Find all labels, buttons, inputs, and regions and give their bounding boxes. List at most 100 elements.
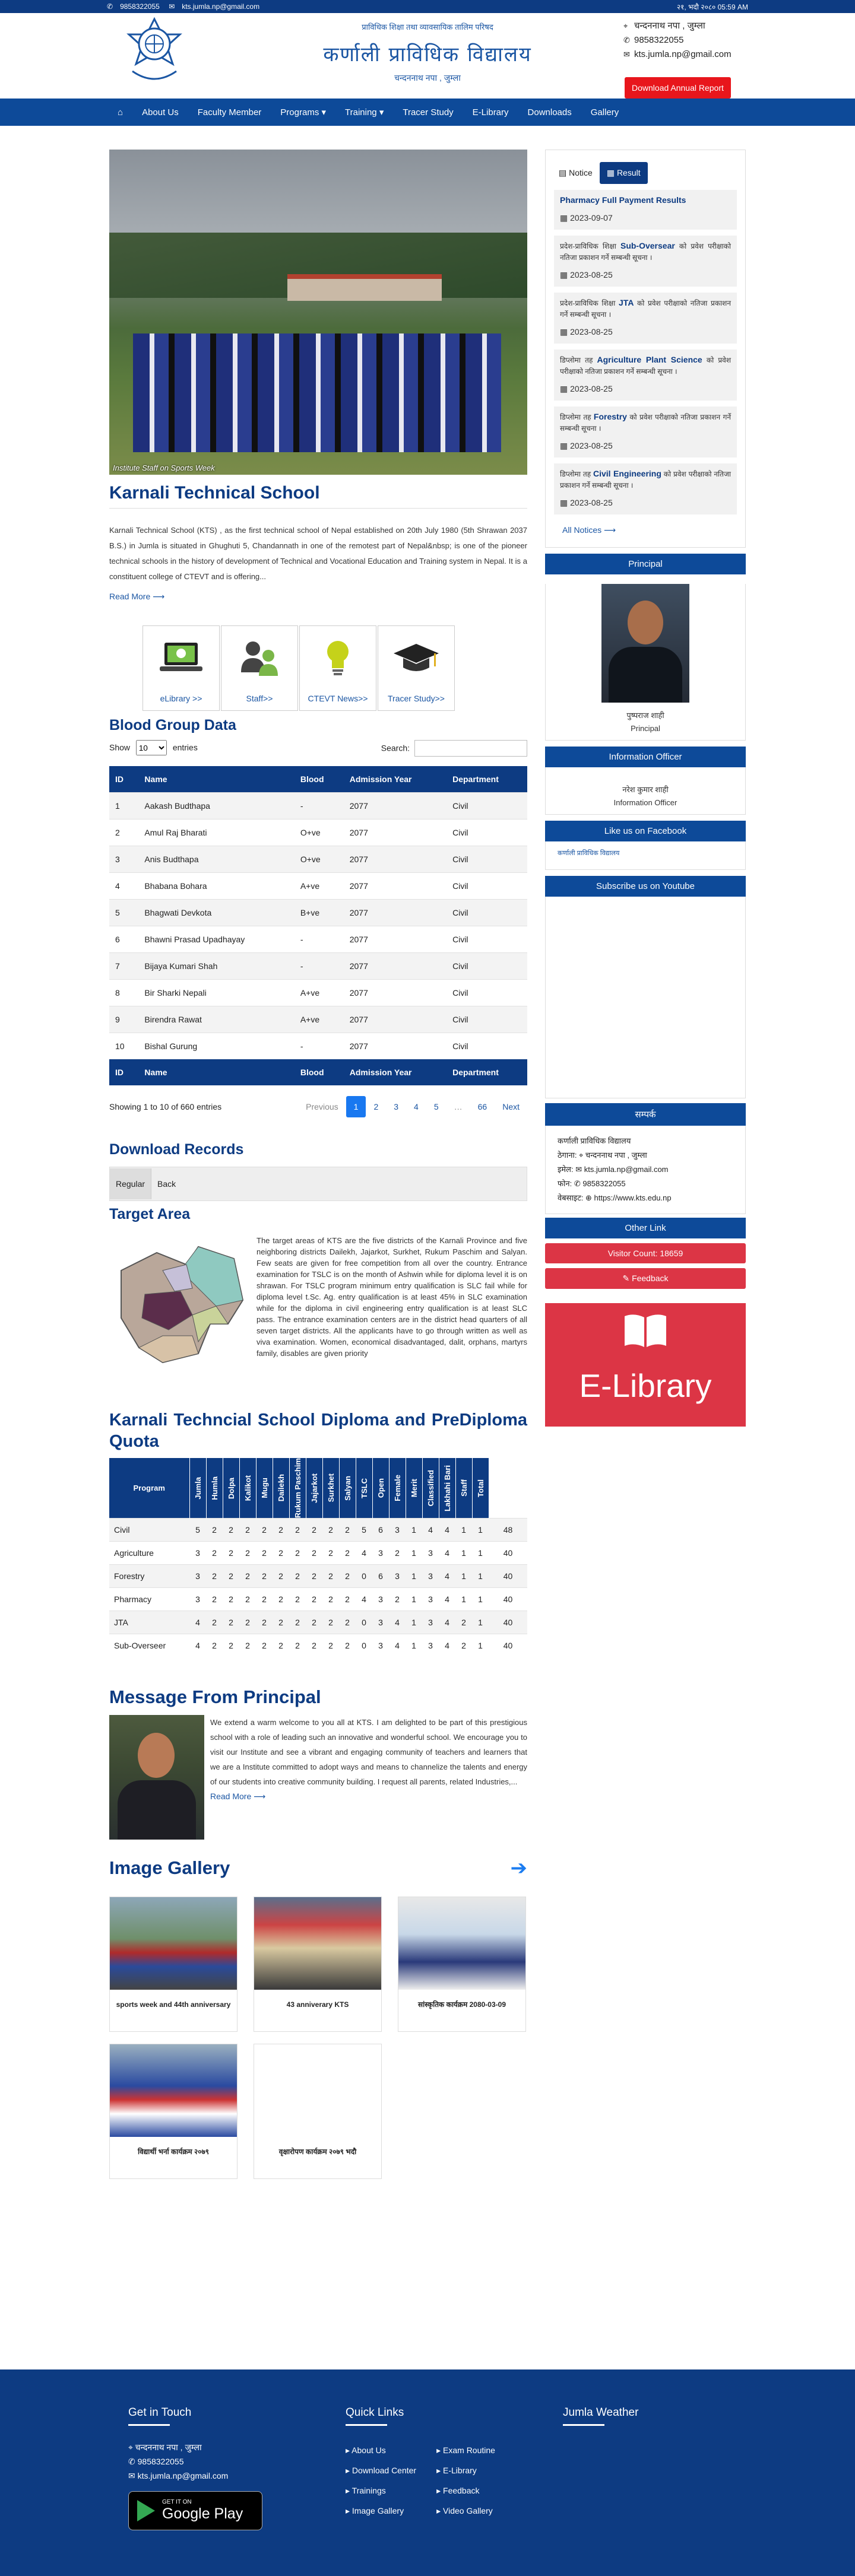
footer-link[interactable]: ▸ Exam Routine <box>436 2440 495 2460</box>
nav-gallery[interactable]: Gallery <box>581 107 629 117</box>
notice-item[interactable]: प्रदेश-प्राविधिक शिक्षा Sub-Oversear को … <box>554 236 737 287</box>
all-notices-link[interactable]: All Notices ⟶ <box>546 520 745 547</box>
footer-get-in-touch: Get in Touch ⌖ चन्दननाथ नपा , जुम्ला ✆ 9… <box>128 2406 262 2530</box>
chevron-right-icon: ▸ <box>436 2466 444 2475</box>
notice-text[interactable]: Pharmacy Full Payment Results <box>560 195 731 207</box>
tab-notice-label: Notice <box>569 168 593 177</box>
page-button[interactable]: Previous <box>298 1096 346 1117</box>
contact-website[interactable]: https://www.kts.edu.np <box>594 1193 671 1202</box>
page-button[interactable]: 5 <box>426 1096 446 1117</box>
page-button[interactable]: 2 <box>366 1096 386 1117</box>
quota-header-row: Program Jumla Humla Dolpa Kalikot Mugu Dailekh… <box>109 1458 527 1519</box>
header-email[interactable]: kts.jumla.np@gmail.com <box>634 49 732 59</box>
quick-staff[interactable]: Staff>> <box>221 625 298 711</box>
table-row: 3 Anis Budthapa O+ve 2077 Civil <box>109 846 527 873</box>
gallery-arrow-icon[interactable]: ➔ <box>511 1856 528 1880</box>
page-button[interactable]: 4 <box>406 1096 426 1117</box>
feedback-button[interactable]: ✎ Feedback <box>545 1268 746 1289</box>
nav-faculty-member[interactable]: Faculty Member <box>188 107 271 117</box>
footer-email[interactable]: kts.jumla.np@gmail.com <box>138 2471 229 2480</box>
nav-programs[interactable]: Programs ▾ <box>271 107 335 117</box>
page-button[interactable]: 1 <box>346 1096 366 1117</box>
notice-item[interactable]: डिप्लोमा तह Agriculture Plant Science को… <box>554 350 737 401</box>
notice-date: ▦ 2023-08-25 <box>560 326 731 338</box>
table-cell: 10 <box>109 1033 139 1059</box>
page-button[interactable]: 66 <box>470 1096 495 1117</box>
notice-item[interactable]: डिप्लोमा तह Forestry को प्रवेश परीक्षाको… <box>554 406 737 458</box>
table-footer-row: ID Name Blood Admission Year Department <box>109 1059 527 1085</box>
column-header[interactable]: Blood <box>294 766 344 793</box>
top-phone[interactable]: 9858322055 <box>120 2 160 11</box>
contact-phone[interactable]: 9858322055 <box>582 1179 625 1188</box>
nav-training[interactable]: Training ▾ <box>335 107 393 117</box>
tab-regular[interactable]: Regular <box>110 1168 152 1199</box>
tab-back[interactable]: Back <box>151 1168 182 1199</box>
gallery-card[interactable]: सांस्कृतिक कार्यक्रम 2080-03-09 <box>398 1897 526 2032</box>
tab-notice[interactable]: ▤ Notice <box>552 162 600 184</box>
quota-cell: 2 <box>239 1587 256 1611</box>
column-header[interactable]: Name <box>138 766 294 793</box>
entries-select[interactable]: 10 <box>135 740 167 755</box>
column-header[interactable]: Admission Year <box>343 766 447 793</box>
tab-result[interactable]: ▦ Result <box>599 162 648 184</box>
footer-phone[interactable]: 9858322055 <box>138 2457 184 2466</box>
gallery-card[interactable]: sports week and 44th anniversary <box>109 1897 238 2032</box>
column-header[interactable]: Department <box>446 766 527 793</box>
notice-text[interactable]: प्रदेश-प्राविधिक शिक्षा JTA को प्रवेश पर… <box>560 297 731 320</box>
principal-message-title: Message From Principal <box>109 1686 321 1708</box>
gallery-card[interactable]: वृक्षारोपण कार्यक्रम २०७९ भदौ <box>254 2044 382 2180</box>
info-officer-panel: नरेश कुमार शाही Information Officer <box>545 767 746 815</box>
youtube-heading: Subscribe us on Youtube <box>545 876 746 897</box>
nav-about-us[interactable]: About Us <box>132 107 188 117</box>
footer-link[interactable]: ▸ Trainings <box>346 2480 416 2501</box>
gallery-card[interactable]: विद्यार्थी भर्ना कार्यक्रम २०७९ <box>109 2044 238 2180</box>
gallery-card[interactable]: 43 anniverary KTS <box>254 1897 382 2032</box>
list-icon: ▦ <box>606 168 617 177</box>
column-footer: Blood <box>294 1059 344 1085</box>
quota-column-label: Staff <box>459 1479 468 1497</box>
header-phone[interactable]: 9858322055 <box>634 35 683 45</box>
column-header[interactable]: ID <box>109 766 139 793</box>
notice-item[interactable]: Pharmacy Full Payment Results ▦ 2023-09-0… <box>554 190 737 230</box>
nav-e-library[interactable]: E-Library <box>463 107 518 117</box>
elibrary-banner[interactable]: E-Library <box>545 1303 746 1427</box>
youtube-embed[interactable] <box>545 897 746 1098</box>
notice-text[interactable]: प्रदेश-प्राविधिक शिक्षा Sub-Oversear को … <box>560 240 731 263</box>
principal-read-more-link[interactable]: Read More ⟶ <box>210 1792 265 1802</box>
footer-link[interactable]: ▸ Image Gallery <box>346 2501 416 2521</box>
notice-item[interactable]: डिप्लोमा तह Civil Engineering को प्रवेश … <box>554 463 737 514</box>
notice-text[interactable]: डिप्लोमा तह Agriculture Plant Science को… <box>560 354 731 377</box>
notice-item[interactable]: प्रदेश-प्राविधिक शिक्षा JTA को प्रवेश पर… <box>554 293 737 344</box>
quota-column-label: Humla <box>210 1476 219 1500</box>
footer-link[interactable]: ▸ E-Library <box>436 2460 495 2480</box>
quick-elibrary[interactable]: eLibrary >> <box>142 625 220 711</box>
quick-ctevt-news[interactable]: CTEVT News>> <box>299 625 376 711</box>
contact-email[interactable]: kts.jumla.np@gmail.com <box>584 1165 669 1174</box>
page-button[interactable]: Next <box>495 1096 527 1117</box>
footer-link[interactable]: ▸ Video Gallery <box>436 2501 495 2521</box>
table-search-input[interactable] <box>414 740 527 757</box>
intro-read-more-link[interactable]: Read More ⟶ <box>109 592 164 602</box>
google-play-badge[interactable]: GET IT ON Google Play <box>128 2491 262 2530</box>
footer-link[interactable]: ▸ About Us <box>346 2440 416 2460</box>
download-annual-report-button[interactable]: Download Annual Report <box>625 77 731 99</box>
hero-slider[interactable]: Institute Staff on Sports Week <box>109 150 527 475</box>
facebook-page-link[interactable]: कर्णाली प्राविधिक विद्यालय <box>546 841 745 865</box>
quota-cell: 2 <box>256 1634 273 1657</box>
page-button[interactable]: 3 <box>386 1096 406 1117</box>
nav-tracer-study[interactable]: Tracer Study <box>393 107 463 117</box>
table-cell: A+ve <box>294 979 344 1006</box>
notice-text[interactable]: डिप्लोमा तह Forestry को प्रवेश परीक्षाको… <box>560 411 731 434</box>
quota-cell: 2 <box>322 1518 339 1542</box>
quick-tracer-study[interactable]: Tracer Study>> <box>378 625 455 711</box>
home-icon[interactable]: ⌂ <box>108 107 132 117</box>
footer-link[interactable]: ▸ Download Center <box>346 2460 416 2480</box>
table-cell: 2077 <box>343 952 447 980</box>
arrow-right-icon: ⟶ <box>153 592 165 601</box>
quota-cell: 2 <box>322 1587 339 1611</box>
nav-downloads[interactable]: Downloads <box>518 107 581 117</box>
footer-link[interactable]: ▸ Feedback <box>436 2480 495 2501</box>
notice-text[interactable]: डिप्लोमा तह Civil Engineering को प्रवेश … <box>560 468 731 491</box>
quick-elibrary-label: eLibrary >> <box>160 694 202 703</box>
top-email[interactable]: kts.jumla.np@gmail.com <box>182 2 259 11</box>
